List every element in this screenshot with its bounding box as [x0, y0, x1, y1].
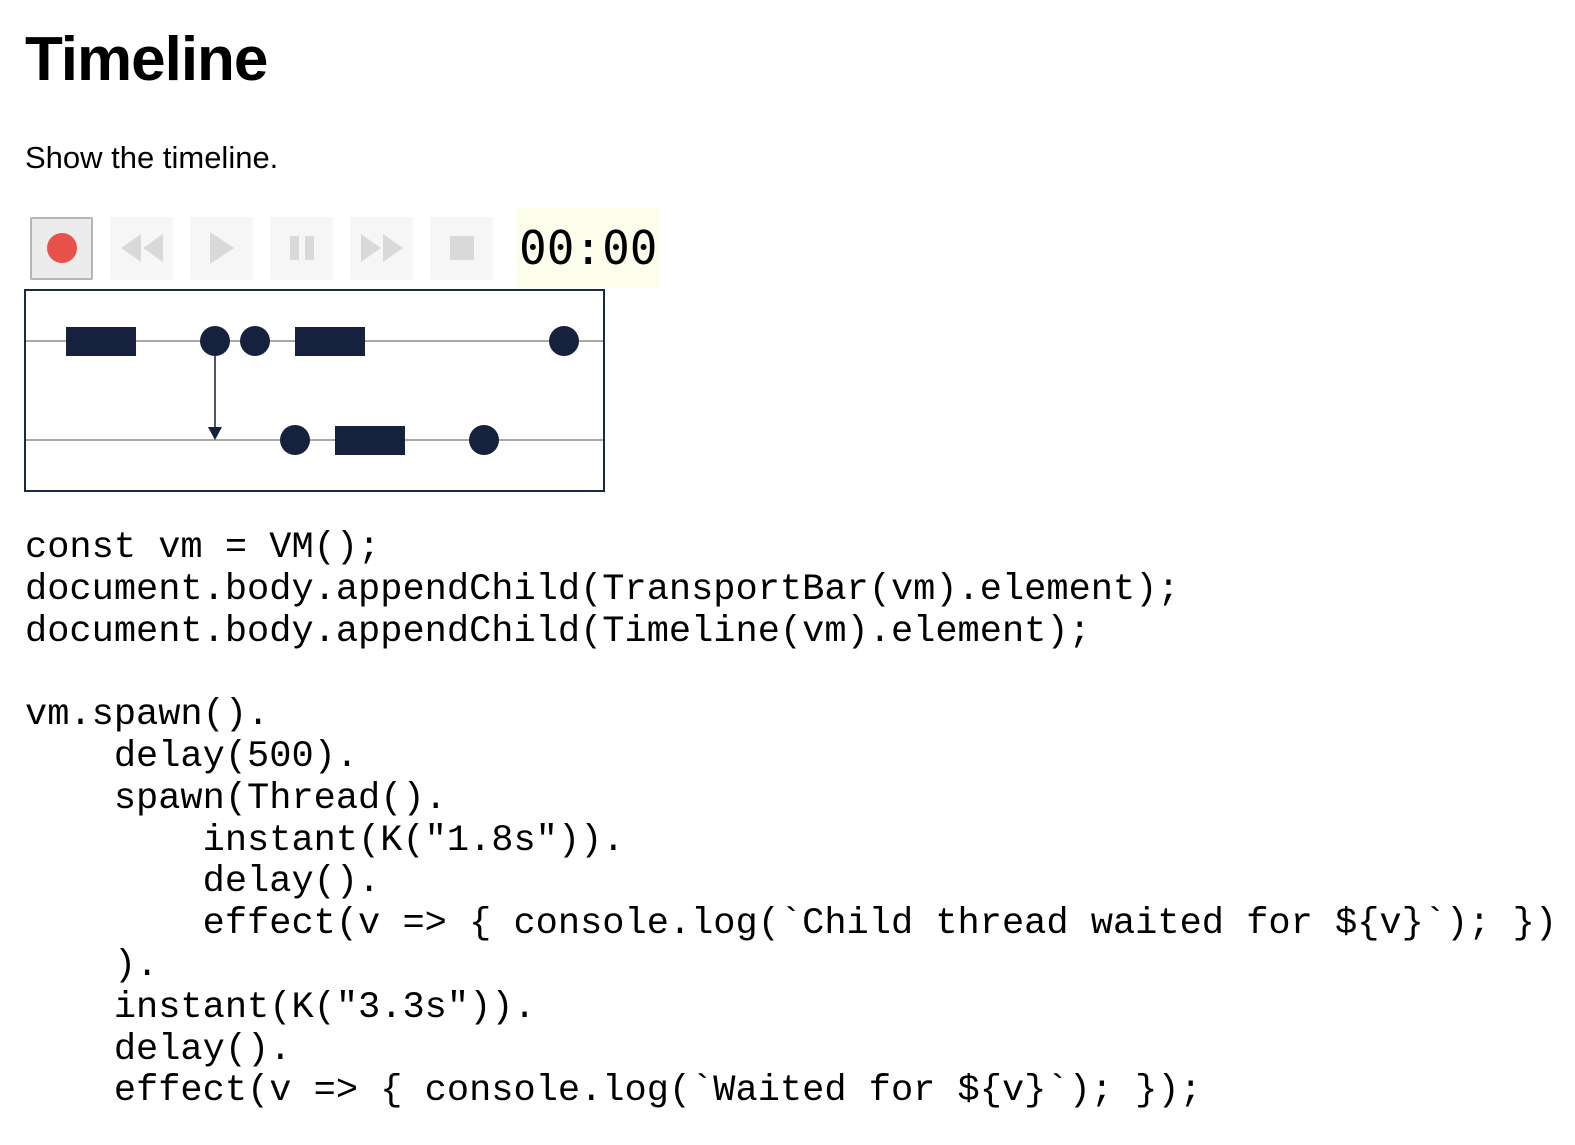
main-spawn-marker[interactable]	[200, 326, 230, 356]
page-title: Timeline	[25, 25, 268, 94]
spawn-arrow-head	[208, 427, 222, 440]
rewind-button[interactable]	[110, 216, 173, 280]
intro-text: Show the timeline.	[25, 140, 279, 175]
timeline-canvas	[26, 326, 603, 455]
record-icon	[46, 233, 77, 263]
code-line: delay().	[25, 861, 381, 904]
child-instant-marker[interactable]	[280, 425, 310, 455]
record-button[interactable]	[30, 216, 93, 280]
main-effect-marker[interactable]	[549, 326, 579, 356]
code-line: ).	[25, 944, 159, 987]
stop-button[interactable]	[430, 216, 493, 280]
code-line: spawn(Thread().	[25, 777, 447, 820]
main-wait-bar[interactable]	[295, 327, 365, 356]
code-line: delay(500).	[25, 735, 359, 778]
transport-bar: 00:00	[30, 208, 661, 288]
code-line: document.body.appendChild(TransportBar(v…	[25, 568, 1180, 611]
main-delay-bar[interactable]	[66, 327, 136, 356]
code-line: instant(K("3.3s")).	[25, 986, 536, 1029]
child-effect-marker[interactable]	[469, 425, 499, 455]
code-line: instant(K("1.8s")).	[25, 819, 625, 862]
code-line: delay().	[25, 1028, 292, 1071]
pause-icon	[289, 236, 314, 260]
code-line: vm.spawn().	[25, 694, 270, 737]
code-line: const vm = VM();	[25, 527, 381, 569]
fast-forward-button[interactable]	[350, 216, 413, 280]
child-wait-bar[interactable]	[335, 426, 405, 455]
timeline	[24, 289, 605, 492]
pause-button[interactable]	[270, 216, 333, 280]
fast-forward-icon	[360, 234, 403, 262]
play-button[interactable]	[190, 216, 253, 280]
stop-icon	[449, 236, 474, 260]
main-instant-marker[interactable]	[240, 326, 270, 356]
play-icon	[209, 232, 234, 264]
code-line: effect(v => { console.log(`Child thread …	[25, 903, 1558, 946]
rewind-icon	[120, 234, 163, 262]
time-display: 00:00	[516, 208, 661, 288]
code-line: effect(v => { console.log(`Waited for ${…	[25, 1070, 1202, 1113]
code-listing: const vm = VM(); document.body.appendChil…	[25, 527, 1558, 1113]
code-line: document.body.appendChild(Timeline(vm).e…	[25, 610, 1091, 653]
